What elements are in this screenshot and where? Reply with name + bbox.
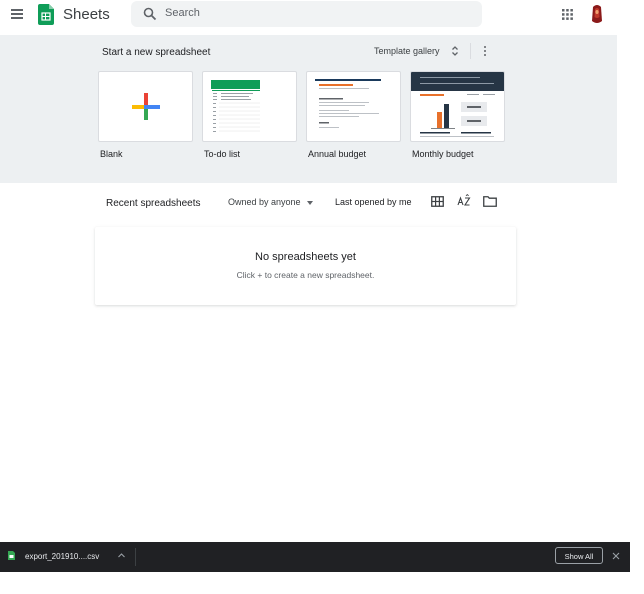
chevron-up-icon[interactable] [117, 552, 126, 559]
template-label: To-do list [204, 149, 241, 159]
owner-filter-dropdown[interactable]: Owned by anyone [228, 197, 313, 207]
template-label: Blank [100, 149, 123, 159]
search-input[interactable]: Search [131, 1, 482, 27]
template-blank[interactable]: Blank [98, 71, 193, 159]
google-apps-icon[interactable] [562, 9, 573, 20]
empty-state-title: No spreadsheets yet [255, 251, 356, 263]
empty-state-card: No spreadsheets yet Click + to create a … [95, 227, 516, 305]
csv-file-icon [8, 551, 15, 560]
template-gallery-button[interactable]: Template gallery [374, 46, 458, 56]
app-header: Sheets Search [0, 0, 644, 32]
app-name[interactable]: Sheets [63, 6, 110, 23]
account-avatar[interactable] [590, 3, 604, 25]
divider [470, 43, 471, 59]
main-menu-icon[interactable] [11, 9, 23, 19]
template-gallery-section: Start a new spreadsheet Template gallery… [0, 35, 617, 183]
dropdown-arrow-icon [306, 200, 313, 205]
more-options-icon[interactable] [480, 44, 490, 58]
to-do-list-preview [211, 80, 260, 132]
empty-state-subtitle: Click + to create a new spreadsheet. [236, 270, 375, 280]
template-monthly-budget[interactable]: Monthly budget [410, 71, 505, 159]
unfold-icon [452, 46, 458, 56]
template-thumbnail [202, 71, 297, 142]
divider [135, 548, 136, 566]
template-gallery-label: Template gallery [374, 46, 440, 56]
template-thumbnail [410, 71, 505, 142]
downloaded-file-name[interactable]: export_201910....csv [25, 552, 99, 561]
sort-az-icon[interactable] [457, 194, 471, 208]
grid-view-icon[interactable] [431, 196, 444, 207]
template-label: Annual budget [308, 149, 367, 159]
show-all-button[interactable]: Show All [555, 547, 603, 564]
template-label: Monthly budget [412, 149, 474, 159]
template-to-do-list[interactable]: To-do list [202, 71, 297, 159]
search-placeholder: Search [165, 7, 200, 19]
annual-budget-preview [315, 79, 381, 128]
download-shelf: export_201910....csv Show All [0, 542, 630, 572]
search-icon [143, 7, 157, 21]
template-thumbnail [98, 71, 193, 142]
sort-by-button[interactable]: Last opened by me [335, 197, 412, 207]
plus-icon [132, 93, 160, 120]
sheets-logo-icon[interactable] [38, 4, 54, 25]
template-annual-budget[interactable]: Annual budget [306, 71, 401, 159]
template-thumbnail [306, 71, 401, 142]
recent-spreadsheets-heading: Recent spreadsheets [106, 198, 201, 209]
folder-icon[interactable] [483, 196, 497, 207]
monthly-budget-preview [411, 72, 504, 137]
owner-filter-label: Owned by anyone [228, 197, 301, 207]
start-new-spreadsheet-heading: Start a new spreadsheet [102, 47, 211, 58]
close-icon[interactable] [611, 551, 621, 561]
